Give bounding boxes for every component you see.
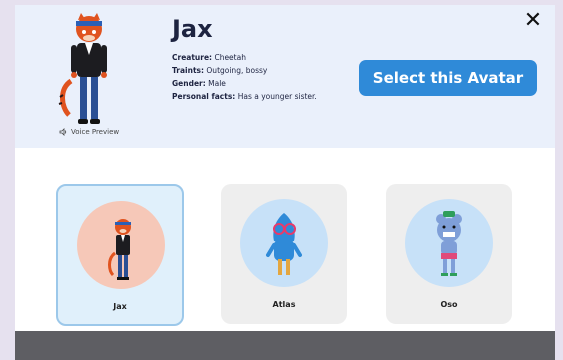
avatar-atlas-image bbox=[240, 199, 328, 287]
creature-row: Creature: Cheetah bbox=[172, 53, 246, 62]
voice-preview-label: Voice Preview bbox=[71, 128, 120, 136]
avatar-oso-image bbox=[405, 199, 493, 287]
avatar-details: Creature: Cheetah Traints: Outgoing, bos… bbox=[172, 51, 317, 103]
select-avatar-button[interactable]: Select this Avatar bbox=[359, 60, 537, 96]
creature-value: Cheetah bbox=[214, 53, 246, 62]
avatar-card-label: Oso bbox=[440, 300, 458, 309]
avatar-card-jax[interactable]: Jax bbox=[56, 184, 184, 326]
facts-row: Personal facts: Has a younger sister. bbox=[172, 92, 317, 101]
voice-preview-button[interactable]: Voice Preview bbox=[59, 128, 119, 136]
facts-value: Has a younger sister. bbox=[237, 92, 317, 101]
traits-value: Outgoing, bossy bbox=[206, 66, 268, 75]
jax-large-illustration bbox=[57, 11, 117, 133]
avatar-modal: Voice Preview Jax Creature: Cheetah Trai… bbox=[15, 5, 555, 360]
close-icon[interactable]: ✕ bbox=[521, 9, 545, 33]
traits-row: Traints: Outgoing, bossy bbox=[172, 66, 268, 75]
avatar-card-atlas[interactable]: Atlas bbox=[221, 184, 347, 324]
avatar-detail-header: Voice Preview Jax Creature: Cheetah Trai… bbox=[15, 5, 555, 148]
gender-value: Male bbox=[208, 79, 226, 88]
avatar-card-label: Jax bbox=[113, 302, 127, 311]
gender-row: Gender: Male bbox=[172, 79, 226, 88]
speaker-icon bbox=[59, 128, 68, 136]
avatar-card-label: Atlas bbox=[272, 300, 296, 309]
avatar-jax-image bbox=[77, 201, 165, 289]
bottom-bar bbox=[15, 331, 555, 360]
avatar-name: Jax bbox=[172, 15, 213, 43]
avatar-card-oso[interactable]: Oso bbox=[386, 184, 512, 324]
